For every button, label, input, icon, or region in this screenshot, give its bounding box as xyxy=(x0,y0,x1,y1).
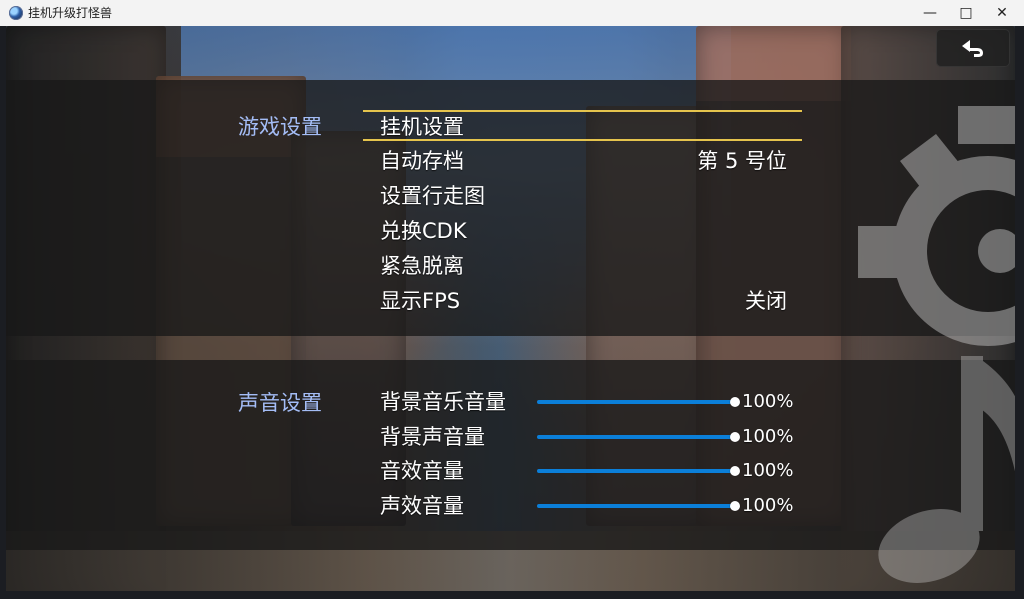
game-app-icon xyxy=(9,6,23,20)
back-arrow-icon xyxy=(962,40,983,57)
gear-icon xyxy=(858,106,1015,346)
background-sound-volume-track[interactable] xyxy=(537,435,734,439)
background-sound-volume-value: 100% xyxy=(742,426,794,447)
voice-volume-track[interactable] xyxy=(537,504,734,508)
auto-save-value: 第 5 号位 xyxy=(697,149,787,173)
menu-item-auto-save[interactable]: 自动存档 xyxy=(380,149,464,173)
voice-volume-value: 100% xyxy=(742,495,794,516)
background-sound-volume-label: 背景声音量 xyxy=(380,425,485,449)
window-titlebar: 挂机升级打怪兽 — □ ✕ xyxy=(0,0,1024,26)
game-window: 挂机升级打怪兽 — □ ✕ 游戏设置 挂机设置 自动存档 第 5 号位 设置行走… xyxy=(0,0,1024,599)
voice-volume-thumb[interactable] xyxy=(730,501,740,511)
show-fps-value: 关闭 xyxy=(745,289,787,313)
effects-volume-track[interactable] xyxy=(537,469,734,473)
volume-row-voice: 声效音量 100% xyxy=(6,494,1015,524)
effects-volume-value: 100% xyxy=(742,460,794,481)
menu-item-show-fps[interactable]: 显示FPS xyxy=(380,289,460,313)
background-music-volume-track[interactable] xyxy=(537,400,734,404)
maximize-button[interactable]: □ xyxy=(948,0,984,26)
menu-item-emergency-escape[interactable]: 紧急脱离 xyxy=(380,254,464,278)
close-button[interactable]: ✕ xyxy=(984,0,1020,26)
minimize-button[interactable]: — xyxy=(912,0,948,26)
background-music-volume-label: 背景音乐音量 xyxy=(380,390,506,414)
window-title: 挂机升级打怪兽 xyxy=(28,6,113,20)
effects-volume-thumb[interactable] xyxy=(730,466,740,476)
settings-screen: 游戏设置 挂机设置 自动存档 第 5 号位 设置行走图 兑换CDK 紧急脱离 显… xyxy=(6,26,1015,591)
background-music-volume-value: 100% xyxy=(742,391,794,412)
voice-volume-label: 声效音量 xyxy=(380,494,464,518)
menu-item-walk-sprite[interactable]: 设置行走图 xyxy=(380,184,485,208)
volume-row-effects: 音效音量 100% xyxy=(6,459,1015,489)
menu-item-idle-settings[interactable]: 挂机设置 xyxy=(380,115,464,139)
background-sound-volume-thumb[interactable] xyxy=(730,432,740,442)
volume-row-background-sound: 背景声音量 100% xyxy=(6,425,1015,455)
volume-row-background-music: 背景音乐音量 100% xyxy=(6,390,1015,420)
effects-volume-label: 音效音量 xyxy=(380,459,464,483)
background-music-volume-thumb[interactable] xyxy=(730,397,740,407)
game-settings-label: 游戏设置 xyxy=(238,115,322,139)
menu-item-redeem-cdk[interactable]: 兑换CDK xyxy=(380,219,467,243)
back-button[interactable] xyxy=(936,29,1010,67)
